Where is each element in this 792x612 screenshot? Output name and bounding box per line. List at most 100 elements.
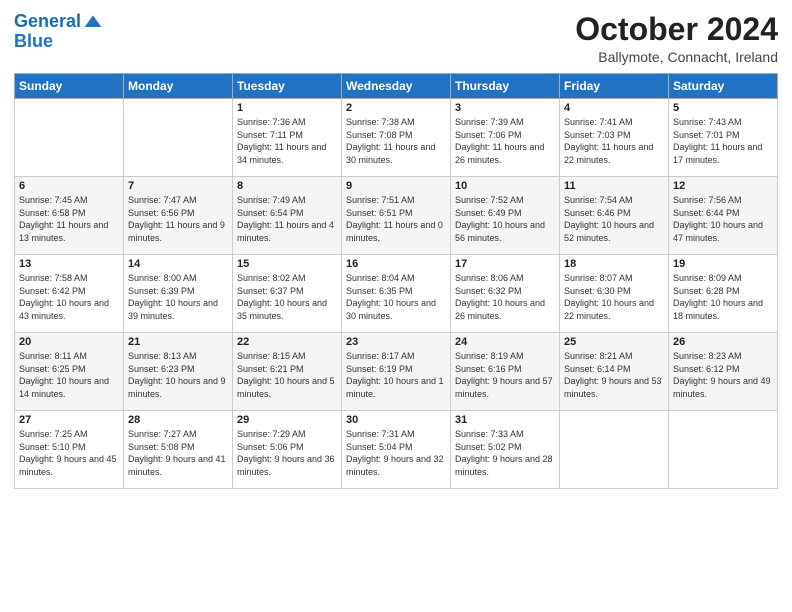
calendar-cell: 7 Sunrise: 7:47 AMSunset: 6:56 PMDaylight…	[124, 177, 233, 255]
week-row-3: 13 Sunrise: 7:58 AMSunset: 6:42 PMDayligh…	[15, 255, 778, 333]
calendar-table: SundayMondayTuesdayWednesdayThursdayFrid…	[14, 73, 778, 489]
calendar-cell: 8Sunrise: 7:49 AMSunset: 6:54 PMDaylight…	[233, 177, 342, 255]
day-number: 7	[128, 180, 228, 192]
calendar-cell: 18Sunrise: 8:07 AMSunset: 6:30 PMDayligh…	[560, 255, 669, 333]
day-number: 1	[237, 102, 337, 114]
header-cell-friday: Friday	[560, 74, 669, 99]
day-info: Sunrise: 7:54 AMSunset: 6:46 PMDaylight:…	[564, 194, 664, 244]
day-info: Sunrise: 8:06 AMSunset: 6:32 PMDaylight:…	[455, 272, 555, 322]
day-number: 25	[564, 336, 664, 348]
day-info: Sunrise: 8:13 AMSunset: 6:23 PMDaylight:…	[128, 350, 228, 400]
day-number: 28	[128, 414, 228, 426]
day-number: 31	[455, 414, 555, 426]
logo-text-blue: Blue	[14, 32, 103, 52]
day-number: 6	[19, 180, 119, 192]
week-row-2: 6 Sunrise: 7:45 AMSunset: 6:58 PMDaylight…	[15, 177, 778, 255]
calendar-cell	[560, 411, 669, 489]
day-info: Sunrise: 8:17 AMSunset: 6:19 PMDaylight:…	[346, 350, 446, 400]
header-row: SundayMondayTuesdayWednesdayThursdayFrid…	[15, 74, 778, 99]
month-title: October 2024	[575, 12, 778, 47]
day-info: Sunrise: 7:52 AMSunset: 6:49 PMDaylight:…	[455, 194, 555, 244]
calendar-cell: 22Sunrise: 8:15 AMSunset: 6:21 PMDayligh…	[233, 333, 342, 411]
day-number: 10	[455, 180, 555, 192]
title-block: October 2024 Ballymote, Connacht, Irelan…	[575, 12, 778, 65]
calendar-cell: 21Sunrise: 8:13 AMSunset: 6:23 PMDayligh…	[124, 333, 233, 411]
page: General Blue October 2024 Ballymote, Con…	[0, 0, 792, 612]
day-number: 14	[128, 258, 228, 270]
day-info: Sunrise: 7:58 AMSunset: 6:42 PMDaylight:…	[19, 272, 119, 322]
day-info: Sunrise: 8:04 AMSunset: 6:35 PMDaylight:…	[346, 272, 446, 322]
day-info: Sunrise: 7:36 AMSunset: 7:11 PMDaylight:…	[237, 116, 337, 166]
day-info: Sunrise: 7:39 AMSunset: 7:06 PMDaylight:…	[455, 116, 555, 166]
calendar-cell: 12 Sunrise: 7:56 AMSunset: 6:44 PMDayligh…	[669, 177, 778, 255]
calendar-cell: 13 Sunrise: 7:58 AMSunset: 6:42 PMDayligh…	[15, 255, 124, 333]
day-info: Sunrise: 8:09 AMSunset: 6:28 PMDaylight:…	[673, 272, 773, 322]
week-row-4: 20 Sunrise: 8:11 AMSunset: 6:25 PMDayligh…	[15, 333, 778, 411]
day-number: 12	[673, 180, 773, 192]
logo-text: General	[14, 12, 81, 32]
location: Ballymote, Connacht, Ireland	[575, 49, 778, 65]
day-info: Sunrise: 8:11 AMSunset: 6:25 PMDaylight:…	[19, 350, 119, 400]
day-info: Sunrise: 7:33 AMSunset: 5:02 PMDaylight:…	[455, 428, 555, 478]
header-cell-wednesday: Wednesday	[342, 74, 451, 99]
calendar-cell: 27 Sunrise: 7:25 AMSunset: 5:10 PMDayligh…	[15, 411, 124, 489]
week-row-5: 27 Sunrise: 7:25 AMSunset: 5:10 PMDayligh…	[15, 411, 778, 489]
calendar-cell: 14 Sunrise: 8:00 AMSunset: 6:39 PMDayligh…	[124, 255, 233, 333]
day-number: 13	[19, 258, 119, 270]
day-info: Sunrise: 7:43 AMSunset: 7:01 PMDaylight:…	[673, 116, 773, 166]
week-row-1: 1 Sunrise: 7:36 AMSunset: 7:11 PMDaylight…	[15, 99, 778, 177]
calendar-cell	[15, 99, 124, 177]
day-number: 4	[564, 102, 664, 114]
day-info: Sunrise: 7:41 AMSunset: 7:03 PMDaylight:…	[564, 116, 664, 166]
day-number: 19	[673, 258, 773, 270]
day-info: Sunrise: 8:00 AMSunset: 6:39 PMDaylight:…	[128, 272, 228, 322]
day-number: 26	[673, 336, 773, 348]
day-number: 9	[346, 180, 446, 192]
calendar-cell: 15Sunrise: 8:02 AMSunset: 6:37 PMDayligh…	[233, 255, 342, 333]
day-info: Sunrise: 8:19 AMSunset: 6:16 PMDaylight:…	[455, 350, 555, 400]
calendar-cell: 4 Sunrise: 7:41 AMSunset: 7:03 PMDaylight…	[560, 99, 669, 177]
day-number: 24	[455, 336, 555, 348]
calendar-cell: 11Sunrise: 7:54 AMSunset: 6:46 PMDayligh…	[560, 177, 669, 255]
header-cell-thursday: Thursday	[451, 74, 560, 99]
calendar-cell	[124, 99, 233, 177]
logo-icon	[83, 12, 103, 32]
day-info: Sunrise: 7:45 AMSunset: 6:58 PMDaylight:…	[19, 194, 119, 244]
day-info: Sunrise: 7:49 AMSunset: 6:54 PMDaylight:…	[237, 194, 337, 244]
day-info: Sunrise: 8:02 AMSunset: 6:37 PMDaylight:…	[237, 272, 337, 322]
logo: General Blue	[14, 12, 103, 52]
day-info: Sunrise: 8:07 AMSunset: 6:30 PMDaylight:…	[564, 272, 664, 322]
calendar-cell: 9Sunrise: 7:51 AMSunset: 6:51 PMDaylight…	[342, 177, 451, 255]
header-cell-sunday: Sunday	[15, 74, 124, 99]
calendar-cell: 25Sunrise: 8:21 AMSunset: 6:14 PMDayligh…	[560, 333, 669, 411]
day-number: 27	[19, 414, 119, 426]
calendar-cell: 28Sunrise: 7:27 AMSunset: 5:08 PMDayligh…	[124, 411, 233, 489]
calendar-cell: 29Sunrise: 7:29 AMSunset: 5:06 PMDayligh…	[233, 411, 342, 489]
calendar-cell: 19 Sunrise: 8:09 AMSunset: 6:28 PMDayligh…	[669, 255, 778, 333]
day-number: 30	[346, 414, 446, 426]
header-cell-tuesday: Tuesday	[233, 74, 342, 99]
calendar-cell: 6 Sunrise: 7:45 AMSunset: 6:58 PMDaylight…	[15, 177, 124, 255]
day-info: Sunrise: 7:56 AMSunset: 6:44 PMDaylight:…	[673, 194, 773, 244]
day-info: Sunrise: 7:31 AMSunset: 5:04 PMDaylight:…	[346, 428, 446, 478]
calendar-cell: 2 Sunrise: 7:38 AMSunset: 7:08 PMDaylight…	[342, 99, 451, 177]
calendar-cell: 26Sunrise: 8:23 AMSunset: 6:12 PMDayligh…	[669, 333, 778, 411]
day-info: Sunrise: 7:47 AMSunset: 6:56 PMDaylight:…	[128, 194, 228, 244]
calendar-cell: 16 Sunrise: 8:04 AMSunset: 6:35 PMDayligh…	[342, 255, 451, 333]
day-number: 2	[346, 102, 446, 114]
day-number: 23	[346, 336, 446, 348]
day-number: 29	[237, 414, 337, 426]
calendar-cell: 20 Sunrise: 8:11 AMSunset: 6:25 PMDayligh…	[15, 333, 124, 411]
day-number: 5	[673, 102, 773, 114]
calendar-cell: 3 Sunrise: 7:39 AMSunset: 7:06 PMDaylight…	[451, 99, 560, 177]
calendar-cell: 30 Sunrise: 7:31 AMSunset: 5:04 PMDayligh…	[342, 411, 451, 489]
calendar-cell: 23 Sunrise: 8:17 AMSunset: 6:19 PMDayligh…	[342, 333, 451, 411]
day-info: Sunrise: 7:25 AMSunset: 5:10 PMDaylight:…	[19, 428, 119, 478]
calendar-header: SundayMondayTuesdayWednesdayThursdayFrid…	[15, 74, 778, 99]
day-number: 20	[19, 336, 119, 348]
day-number: 16	[346, 258, 446, 270]
day-info: Sunrise: 7:38 AMSunset: 7:08 PMDaylight:…	[346, 116, 446, 166]
day-number: 3	[455, 102, 555, 114]
header-cell-saturday: Saturday	[669, 74, 778, 99]
header: General Blue October 2024 Ballymote, Con…	[14, 12, 778, 65]
